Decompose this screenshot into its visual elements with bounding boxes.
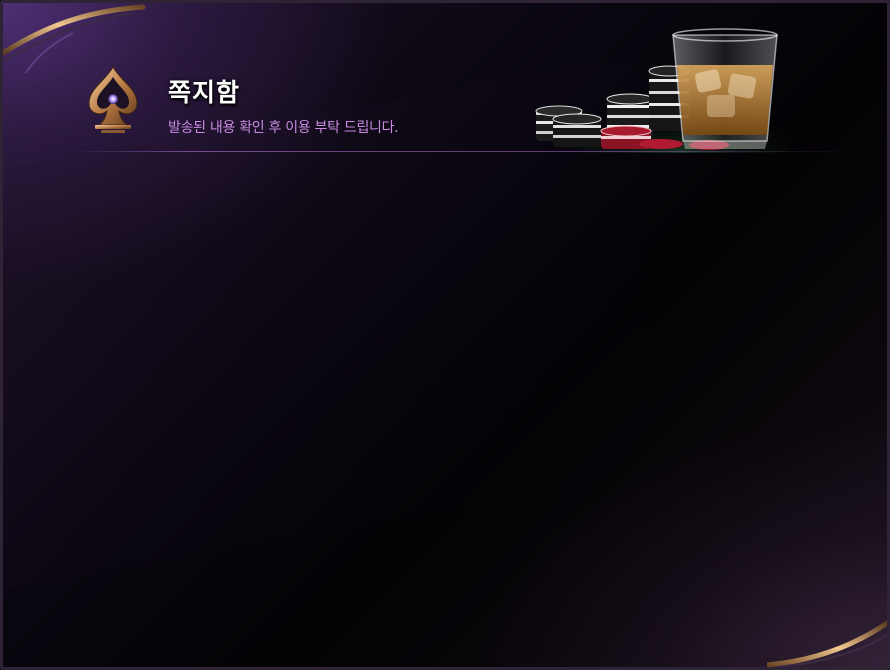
spade-icon (88, 65, 138, 133)
header-divider (73, 151, 853, 152)
page-subtitle: 발송된 내용 확인 후 이용 부탁 드립니다. (168, 120, 399, 136)
message-box-window: 쪽지함 발송된 내용 확인 후 이용 부탁 드립니다. (0, 0, 890, 670)
message-list-area (3, 155, 887, 667)
page-header: 쪽지함 발송된 내용 확인 후 이용 부탁 드립니다. (3, 3, 887, 153)
poker-chips-whiskey-icon (535, 28, 791, 153)
page-title: 쪽지함 (168, 78, 241, 107)
